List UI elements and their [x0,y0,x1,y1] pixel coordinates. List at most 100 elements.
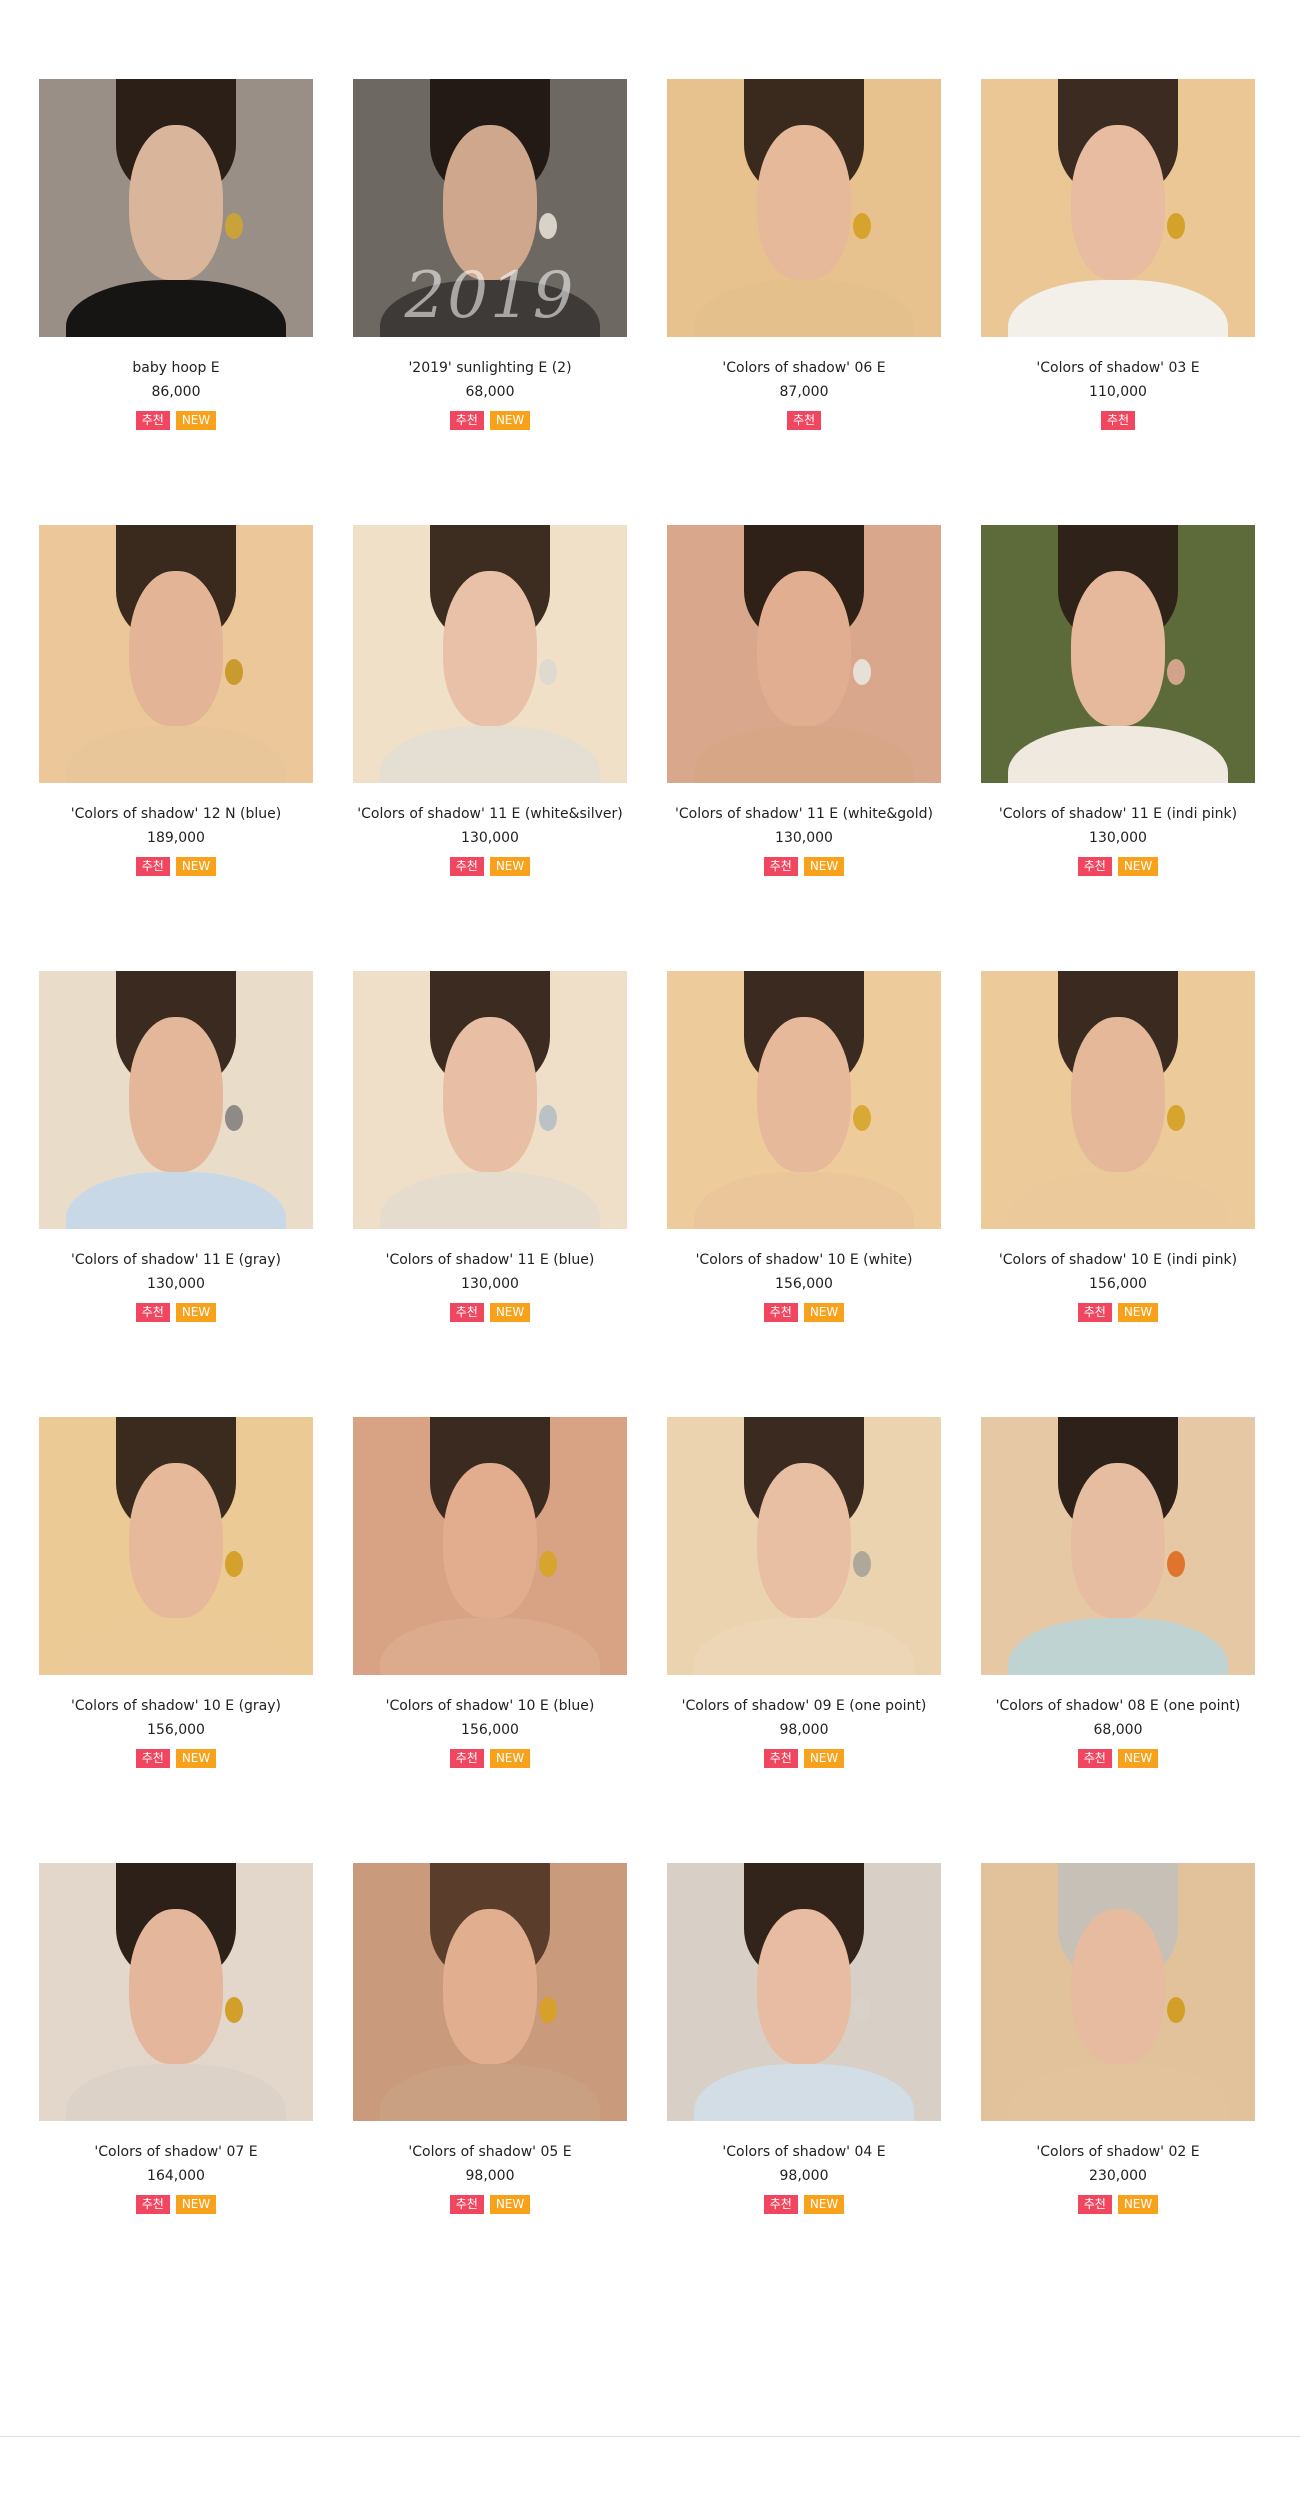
product-image[interactable] [353,525,627,783]
new-badge: NEW [1117,2195,1159,2214]
product-badges: 추천 NEW [353,411,627,430]
product-image[interactable] [667,525,941,783]
product-name[interactable]: 'Colors of shadow' 05 E [353,2143,627,2161]
product-price: 156,000 [775,1276,833,1292]
product-card[interactable]: 'Colors of shadow' 05 E 98,000 추천 NEW [353,1863,627,2309]
product-card[interactable]: 'Colors of shadow' 04 E 98,000 추천 NEW [667,1863,941,2309]
product-badges: 추천 NEW [353,857,627,876]
earring-icon [539,659,558,686]
product-name[interactable]: 'Colors of shadow' 10 E (blue) [353,1697,627,1715]
model-torso [66,280,286,337]
product-name[interactable]: '2019' sunlighting E (2) [353,359,627,377]
recommend-badge: 추천 [449,857,484,876]
product-card[interactable]: 'Colors of shadow' 02 E 230,000 추천 NEW [981,1863,1255,2309]
product-name[interactable]: 'Colors of shadow' 11 E (white&silver) [353,805,627,823]
product-name[interactable]: baby hoop E [39,359,313,377]
new-badge: NEW [803,1303,845,1322]
product-image[interactable] [667,971,941,1229]
product-name[interactable]: 'Colors of shadow' 11 E (indi pink) [981,805,1255,823]
product-image[interactable] [353,1417,627,1675]
model-torso [694,280,914,337]
product-card[interactable]: baby hoop E 86,000 추천 NEW [39,79,313,525]
product-card[interactable]: 'Colors of shadow' 08 E (one point) 68,00… [981,1417,1255,1863]
product-image[interactable] [981,1863,1255,2121]
product-name[interactable]: 'Colors of shadow' 09 E (one point) [667,1697,941,1715]
product-name[interactable]: 'Colors of shadow' 06 E [667,359,941,377]
product-price: 230,000 [1089,2168,1147,2184]
product-card[interactable]: 'Colors of shadow' 10 E (indi pink) 156,0… [981,971,1255,1417]
product-badges: 추천 NEW [353,2195,627,2214]
recommend-badge: 추천 [763,1303,798,1322]
product-card[interactable]: 'Colors of shadow' 09 E (one point) 98,00… [667,1417,941,1863]
product-price: 156,000 [1089,1276,1147,1292]
product-name[interactable]: 'Colors of shadow' 02 E [981,2143,1255,2161]
product-name[interactable]: 'Colors of shadow' 11 E (blue) [353,1251,627,1269]
earring-icon [539,1105,558,1132]
product-card[interactable]: 'Colors of shadow' 10 E (white) 156,000 추천… [667,971,941,1417]
product-card[interactable]: 'Colors of shadow' 07 E 164,000 추천 NEW [39,1863,313,2309]
model-face [129,1463,223,1619]
product-name[interactable]: 'Colors of shadow' 03 E [981,359,1255,377]
product-badges: 추천 NEW [667,1303,941,1322]
model-torso [694,1172,914,1229]
product-card[interactable]: 'Colors of shadow' 10 E (blue) 156,000 추천 N… [353,1417,627,1863]
new-badge: NEW [175,857,217,876]
product-card[interactable]: 'Colors of shadow' 12 N (blue) 189,000 추천 N… [39,525,313,971]
product-card[interactable]: 'Colors of shadow' 11 E (white&gold) 130,… [667,525,941,971]
product-name[interactable]: 'Colors of shadow' 11 E (white&gold) [667,805,941,823]
model-torso [380,1172,600,1229]
product-image[interactable] [981,1417,1255,1675]
product-card[interactable]: 'Colors of shadow' 03 E 110,000 추천 [981,79,1255,525]
product-card[interactable]: 'Colors of shadow' 10 E (gray) 156,000 추천 N… [39,1417,313,1863]
product-image[interactable] [39,1863,313,2121]
product-badges: 추천 NEW [981,1749,1255,1768]
product-name[interactable]: 'Colors of shadow' 08 E (one point) [981,1697,1255,1715]
product-name[interactable]: 'Colors of shadow' 12 N (blue) [39,805,313,823]
product-image[interactable] [39,971,313,1229]
model-face [129,125,223,281]
new-badge: NEW [489,1303,531,1322]
new-badge: NEW [489,857,531,876]
product-image[interactable] [981,79,1255,337]
product-card[interactable]: 'Colors of shadow' 06 E 87,000 추천 [667,79,941,525]
product-card[interactable]: 'Colors of shadow' 11 E (indi pink) 130,0… [981,525,1255,971]
product-badges: 추천 NEW [353,1303,627,1322]
earring-icon [539,1551,558,1578]
product-image[interactable] [353,971,627,1229]
earring-icon [225,1551,244,1578]
product-image[interactable] [39,525,313,783]
model-torso [66,1172,286,1229]
recommend-badge: 추천 [1077,1303,1112,1322]
recommend-badge: 추천 [449,2195,484,2214]
product-name[interactable]: 'Colors of shadow' 10 E (indi pink) [981,1251,1255,1269]
product-name[interactable]: 'Colors of shadow' 10 E (gray) [39,1697,313,1715]
model-face [757,1017,851,1173]
product-name[interactable]: 'Colors of shadow' 10 E (white) [667,1251,941,1269]
product-image[interactable] [39,79,313,337]
product-image[interactable] [667,1863,941,2121]
product-card[interactable]: 'Colors of shadow' 11 E (gray) 130,000 추천 N… [39,971,313,1417]
recommend-badge: 추천 [1100,411,1136,430]
product-image[interactable] [667,79,941,337]
product-card[interactable]: 'Colors of shadow' 11 E (white&silver) 13… [353,525,627,971]
product-badges: 추천 [981,411,1255,430]
product-image[interactable] [353,1863,627,2121]
product-name[interactable]: 'Colors of shadow' 11 E (gray) [39,1251,313,1269]
model-torso [380,1618,600,1675]
model-torso [66,2064,286,2121]
product-name[interactable]: 'Colors of shadow' 04 E [667,2143,941,2161]
product-badges: 추천 NEW [39,857,313,876]
product-image[interactable] [981,525,1255,783]
product-image[interactable] [667,1417,941,1675]
product-image[interactable]: 2019 [353,79,627,337]
model-face [443,1909,537,2065]
product-name[interactable]: 'Colors of shadow' 07 E [39,2143,313,2161]
model-torso [66,726,286,783]
product-price: 86,000 [151,384,201,400]
product-badges: 추천 NEW [39,2195,313,2214]
product-card[interactable]: 'Colors of shadow' 11 E (blue) 130,000 추천 N… [353,971,627,1417]
product-image[interactable] [39,1417,313,1675]
model-face [129,571,223,727]
product-image[interactable] [981,971,1255,1229]
product-card[interactable]: 2019 '2019' sunlighting E (2) 68,000 추천 NEW [353,79,627,525]
